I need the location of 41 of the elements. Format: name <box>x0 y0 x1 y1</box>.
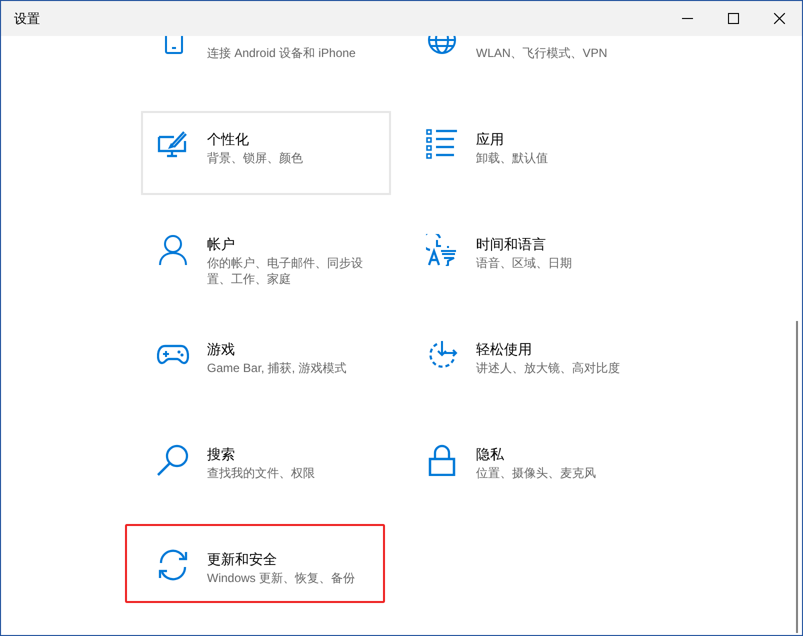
settings-tile[interactable]: 帐户 你的帐户、电子邮件、同步设置、工作、家庭 <box>141 216 391 300</box>
minimize-icon <box>682 18 692 19</box>
settings-tile[interactable]: WLAN、飞行模式、VPN <box>410 36 660 90</box>
settings-tile[interactable]: 游戏 Game Bar, 捕获, 游戏模式 <box>141 321 391 405</box>
close-icon <box>774 13 784 24</box>
settings-tile[interactable]: 时间和语言 语音、区域、日期 <box>410 216 660 300</box>
tile-title: 更新和安全 <box>207 550 278 569</box>
tile-description: 位置、摄像头、麦克风 <box>476 465 597 481</box>
tile-description: 背景、锁屏、颜色 <box>207 150 304 166</box>
tile-title: 隐私 <box>476 445 505 464</box>
tile-description: 卸载、默认值 <box>476 150 549 166</box>
tile-title: 轻松使用 <box>476 340 533 359</box>
tile-description: 你的帐户、电子邮件、同步设置、工作、家庭 <box>207 255 364 287</box>
clock-letter-icon <box>426 234 458 266</box>
settings-tile[interactable]: 轻松使用 讲述人、放大镜、高对比度 <box>410 321 660 405</box>
lock-icon <box>426 444 458 476</box>
window-title: 设置 <box>14 10 40 28</box>
tile-description: 讲述人、放大镜、高对比度 <box>476 360 621 376</box>
tile-title: 游戏 <box>207 340 236 359</box>
tile-title: 个性化 <box>207 130 250 149</box>
settings-tile[interactable]: 更新和安全 Windows 更新、恢复、备份 <box>141 531 391 615</box>
settings-tile[interactable]: 个性化 背景、锁屏、颜色 <box>141 111 391 195</box>
sync-icon <box>157 549 189 581</box>
maximize-icon <box>728 13 738 24</box>
tile-title: 搜索 <box>207 445 236 464</box>
tile-title: 应用 <box>476 130 505 149</box>
tile-description: 语音、区域、日期 <box>476 255 573 271</box>
tile-description: WLAN、飞行模式、VPN <box>476 45 608 61</box>
settings-tile[interactable]: 隐私 位置、摄像头、麦克风 <box>410 426 660 510</box>
search-icon <box>157 444 189 476</box>
settings-tile[interactable]: 搜索 查找我的文件、权限 <box>141 426 391 510</box>
list-icon <box>426 129 458 161</box>
tile-description: Game Bar, 捕获, 游戏模式 <box>207 360 348 376</box>
tile-title: 时间和语言 <box>476 235 547 254</box>
settings-tile[interactable]: 连接 Android 设备和 iPhone <box>141 36 391 90</box>
tile-description: 查找我的文件、权限 <box>207 465 316 481</box>
tile-description: 连接 Android 设备和 iPhone <box>207 45 357 61</box>
tile-description: Windows 更新、恢复、备份 <box>207 570 356 586</box>
person-icon <box>157 234 189 266</box>
settings-tile[interactable]: 应用 卸载、默认值 <box>410 111 660 195</box>
tile-title: 帐户 <box>207 235 236 254</box>
